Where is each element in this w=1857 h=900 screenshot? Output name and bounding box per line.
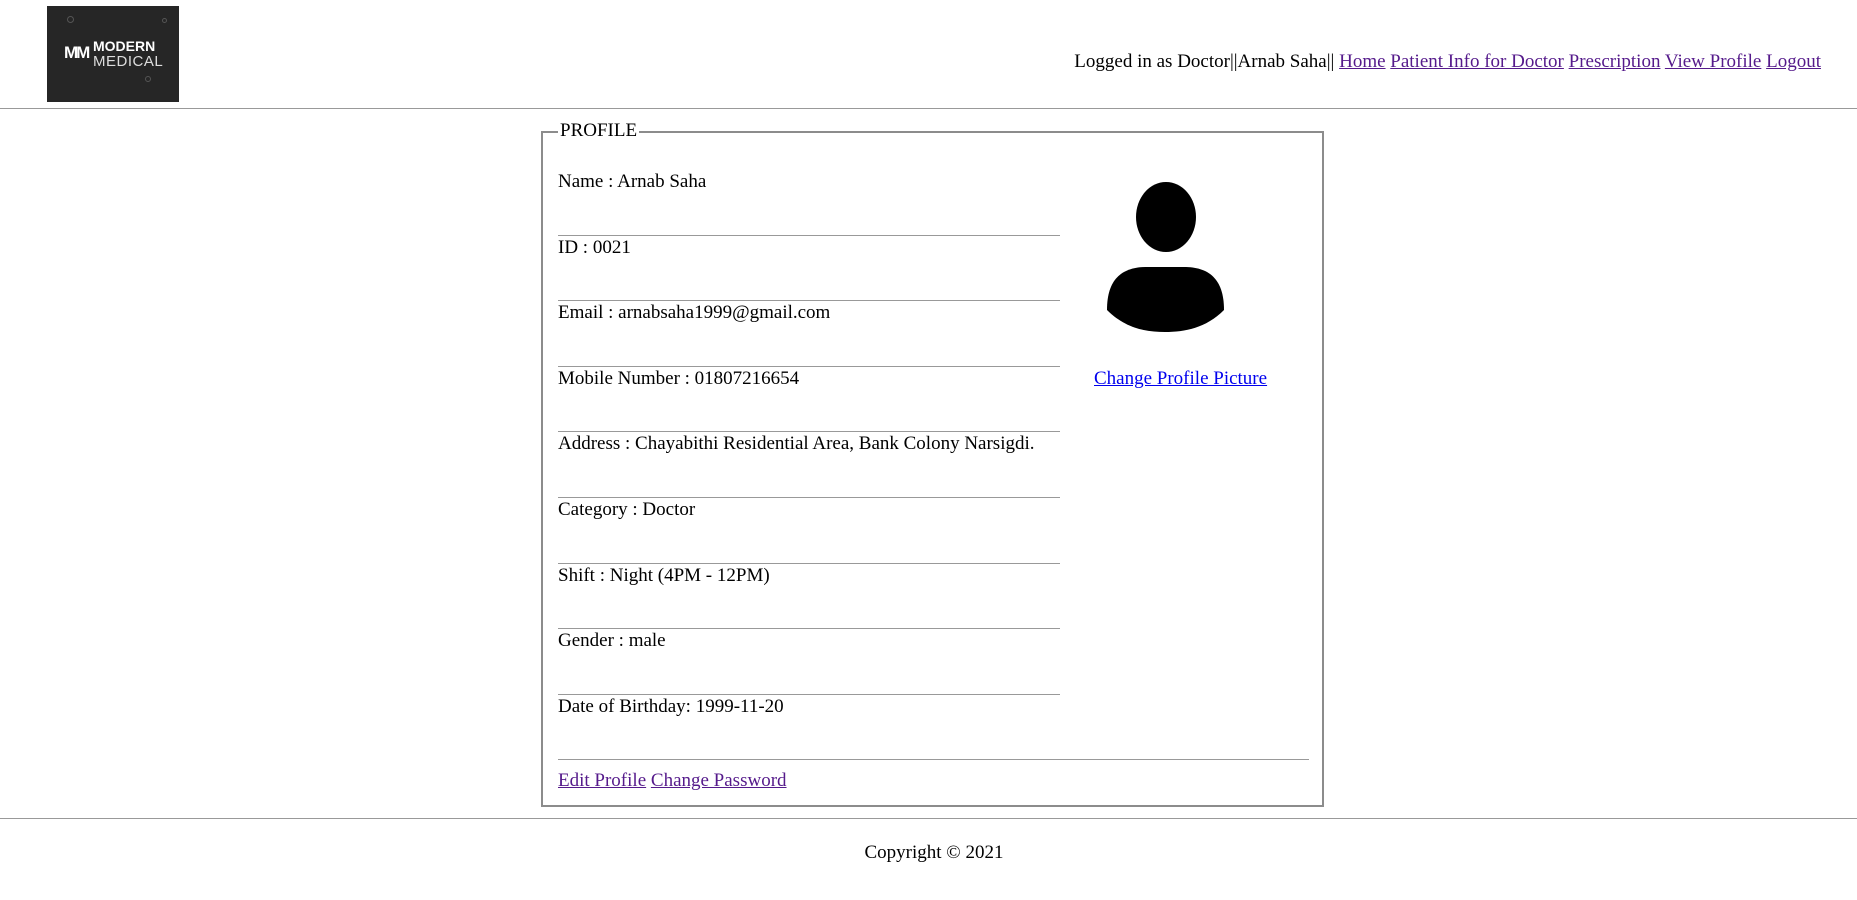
logo-text: MODERN MEDICAL bbox=[93, 38, 164, 70]
edit-profile-link[interactable]: Edit Profile bbox=[558, 770, 646, 791]
logo-line1: MODERN bbox=[93, 38, 156, 54]
nav-home-link[interactable]: Home bbox=[1339, 51, 1385, 72]
profile-legend: PROFILE bbox=[558, 120, 640, 142]
profile-field-mobile: Mobile Number : 01807216654 bbox=[558, 367, 800, 389]
site-header: MM MODERN MEDICAL Logged in as Doctor||A… bbox=[0, 0, 1857, 108]
logo-decoration bbox=[162, 18, 167, 23]
profile-field-gender: Gender : male bbox=[558, 630, 666, 652]
copyright-text: Copyright © 2021 bbox=[864, 842, 1004, 863]
logo-mark: MM bbox=[64, 43, 90, 62]
nav-logout-link[interactable]: Logout bbox=[1766, 51, 1821, 72]
profile-field-email: Email : arnabsaha1999@gmail.com bbox=[558, 302, 831, 324]
footer-divider bbox=[0, 818, 1857, 819]
user-silhouette-icon bbox=[1107, 182, 1224, 332]
nav-prescription-link[interactable]: Prescription bbox=[1569, 51, 1661, 72]
profile-field-category: Category : Doctor bbox=[558, 498, 696, 520]
profile-field-address: Address : Chayabithi Residential Area, B… bbox=[558, 433, 1035, 455]
header-divider bbox=[0, 108, 1857, 109]
profile-actions: Edit Profile Change Password bbox=[558, 770, 787, 792]
profile-field-birthday: Date of Birthday: 1999-11-20 bbox=[558, 695, 784, 717]
profile-fields: Name : Arnab Saha ID : 0021 Email : arna… bbox=[558, 170, 1060, 759]
profile-field-id: ID : 0021 bbox=[558, 236, 631, 258]
modern-medical-logo[interactable]: MM MODERN MEDICAL bbox=[47, 6, 179, 102]
logged-in-status: Logged in as Doctor||Arnab Saha|| bbox=[1074, 51, 1340, 72]
change-profile-picture-link[interactable]: Change Profile Picture bbox=[1094, 368, 1267, 390]
profile-field-shift: Shift : Night (4PM - 12PM) bbox=[558, 564, 770, 586]
logo-decoration bbox=[67, 16, 74, 23]
profile-field-name: Name : Arnab Saha bbox=[558, 171, 707, 192]
top-nav: Logged in as Doctor||Arnab Saha|| Home P… bbox=[1074, 51, 1821, 73]
profile-actions-divider bbox=[558, 759, 1309, 760]
nav-patient-info-link[interactable]: Patient Info for Doctor bbox=[1390, 51, 1564, 72]
change-password-link[interactable]: Change Password bbox=[651, 770, 787, 791]
nav-view-profile-link[interactable]: View Profile bbox=[1665, 51, 1761, 72]
logo-decoration bbox=[145, 76, 151, 82]
logo-line2: MEDICAL bbox=[93, 53, 164, 70]
